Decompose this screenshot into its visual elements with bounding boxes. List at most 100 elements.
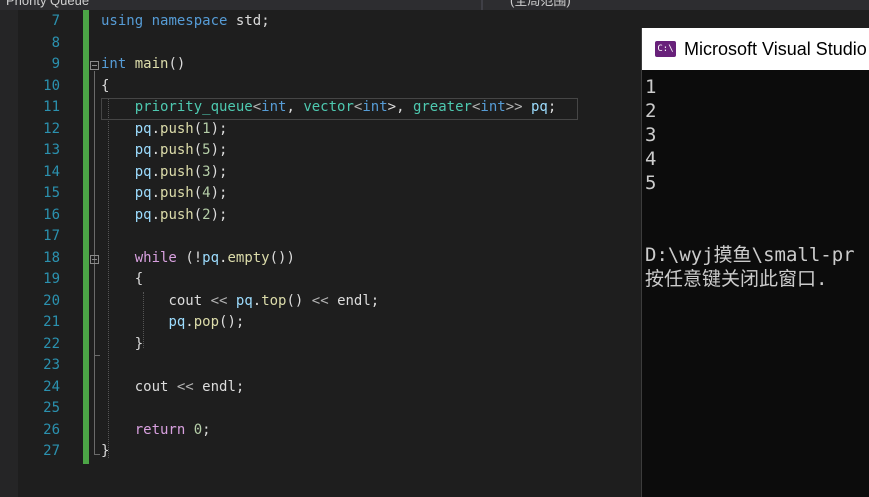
code-line-20: cout << pq.top() << endl; xyxy=(101,291,379,313)
token: push xyxy=(160,164,194,180)
code-line-7: using namespace std; xyxy=(101,11,270,33)
token: . xyxy=(151,121,161,137)
token: empty xyxy=(227,250,270,266)
change-tracking-bar xyxy=(83,10,89,464)
token: . xyxy=(252,293,262,309)
code-line-22: } xyxy=(101,334,143,356)
token: top xyxy=(261,293,287,309)
console-title: Microsoft Visual Studio xyxy=(684,39,867,59)
token: << xyxy=(176,379,194,395)
collapse-while-icon[interactable] xyxy=(90,255,99,264)
console-app-icon: C:\ xyxy=(655,41,676,57)
line-number: 26 xyxy=(43,422,60,438)
token: ); xyxy=(210,142,228,158)
line-number: 12 xyxy=(43,121,60,137)
tab-priority-queue[interactable]: Priority Queue xyxy=(0,0,483,10)
line-number: 25 xyxy=(43,400,60,416)
console-line: 5 xyxy=(645,172,657,194)
code-line-14: pq.push(3); xyxy=(101,162,228,184)
token: push xyxy=(160,142,194,158)
token: (); xyxy=(219,314,245,330)
token: return xyxy=(134,422,186,438)
code-area[interactable]: using namespace std; int main() { priori… xyxy=(101,10,641,497)
token: ); xyxy=(210,121,228,137)
token: < xyxy=(252,99,262,115)
token: ; xyxy=(370,293,380,309)
token: () xyxy=(168,56,186,72)
line-number: 23 xyxy=(43,357,60,373)
line-number: 22 xyxy=(43,336,60,352)
token: . xyxy=(151,185,161,201)
collapse-main-icon[interactable] xyxy=(90,61,99,70)
token: , xyxy=(286,99,304,115)
line-number: 17 xyxy=(43,228,60,244)
token: . xyxy=(151,142,161,158)
outline-end xyxy=(94,454,100,455)
console-line: 3 xyxy=(645,124,657,146)
token: pop xyxy=(193,314,220,330)
token: pq xyxy=(202,250,220,266)
token: ); xyxy=(210,185,228,201)
line-number: 11 xyxy=(43,99,60,115)
token: >> xyxy=(505,99,523,115)
token: int xyxy=(101,56,127,72)
token: ; xyxy=(261,13,270,29)
token: std xyxy=(235,13,262,29)
token: 2 xyxy=(202,207,211,223)
token: vector xyxy=(303,99,354,115)
console-line: 4 xyxy=(645,148,657,170)
token: ()) xyxy=(269,250,295,266)
line-number: 15 xyxy=(43,185,60,201)
token: cout xyxy=(134,379,169,395)
line-number: 24 xyxy=(43,379,60,395)
line-number: 7 xyxy=(51,13,60,29)
token: while xyxy=(134,250,177,266)
token: int xyxy=(362,99,388,115)
token: pq xyxy=(134,207,152,223)
token: ; xyxy=(547,99,557,115)
token: ; xyxy=(235,379,245,395)
token: () xyxy=(286,293,304,309)
token: endl xyxy=(337,293,371,309)
line-number-gutter: 7 8 9 10 11 12 13 14 15 16 17 18 19 20 2… xyxy=(18,10,80,497)
code-line-19: { xyxy=(101,269,143,291)
token: using xyxy=(101,13,144,29)
token: push xyxy=(160,207,194,223)
console-title-bar[interactable]: C:\ Microsoft Visual Studio xyxy=(642,28,869,70)
token: ); xyxy=(210,164,228,180)
token: ( xyxy=(193,164,203,180)
token: pq xyxy=(134,121,152,137)
token: << xyxy=(210,293,228,309)
token: pq xyxy=(168,314,186,330)
token: ( xyxy=(193,185,203,201)
token: main xyxy=(134,56,169,72)
token: pq xyxy=(530,99,548,115)
console-line: 按任意键关闭此窗口. xyxy=(645,268,828,290)
code-line-13: pq.push(5); xyxy=(101,140,228,162)
token: cout xyxy=(168,293,203,309)
token: >, xyxy=(387,99,413,115)
token: . xyxy=(185,314,194,330)
line-number: 9 xyxy=(51,56,60,72)
token: << xyxy=(311,293,329,309)
token: 4 xyxy=(202,185,211,201)
code-line-26: return 0; xyxy=(101,420,211,442)
scope-dropdown[interactable]: (全局范围) xyxy=(484,0,571,10)
document-tab-strip: Priority Queue (全局范围) xyxy=(0,0,869,10)
code-line-18: while (!pq.empty()) xyxy=(101,248,295,270)
line-number: 18 xyxy=(43,250,60,266)
console-output: 1 2 3 4 5 D:\wyj摸鱼\small-pr 按任意键关闭此窗口. xyxy=(645,75,869,291)
token: { xyxy=(134,271,144,287)
token: push xyxy=(160,121,194,137)
token: 1 xyxy=(202,121,211,137)
code-line-16: pq.push(2); xyxy=(101,205,228,227)
debug-console-window[interactable]: C:\ Microsoft Visual Studio 1 2 3 4 5 D:… xyxy=(641,28,869,497)
code-line-10: { xyxy=(101,76,109,98)
token: { xyxy=(101,78,110,94)
code-line-21: pq.pop(); xyxy=(101,312,244,334)
line-number: 13 xyxy=(43,142,60,158)
token: int xyxy=(480,99,506,115)
token: pq xyxy=(235,293,253,309)
console-line: 1 xyxy=(645,76,657,98)
token: ( xyxy=(193,142,203,158)
